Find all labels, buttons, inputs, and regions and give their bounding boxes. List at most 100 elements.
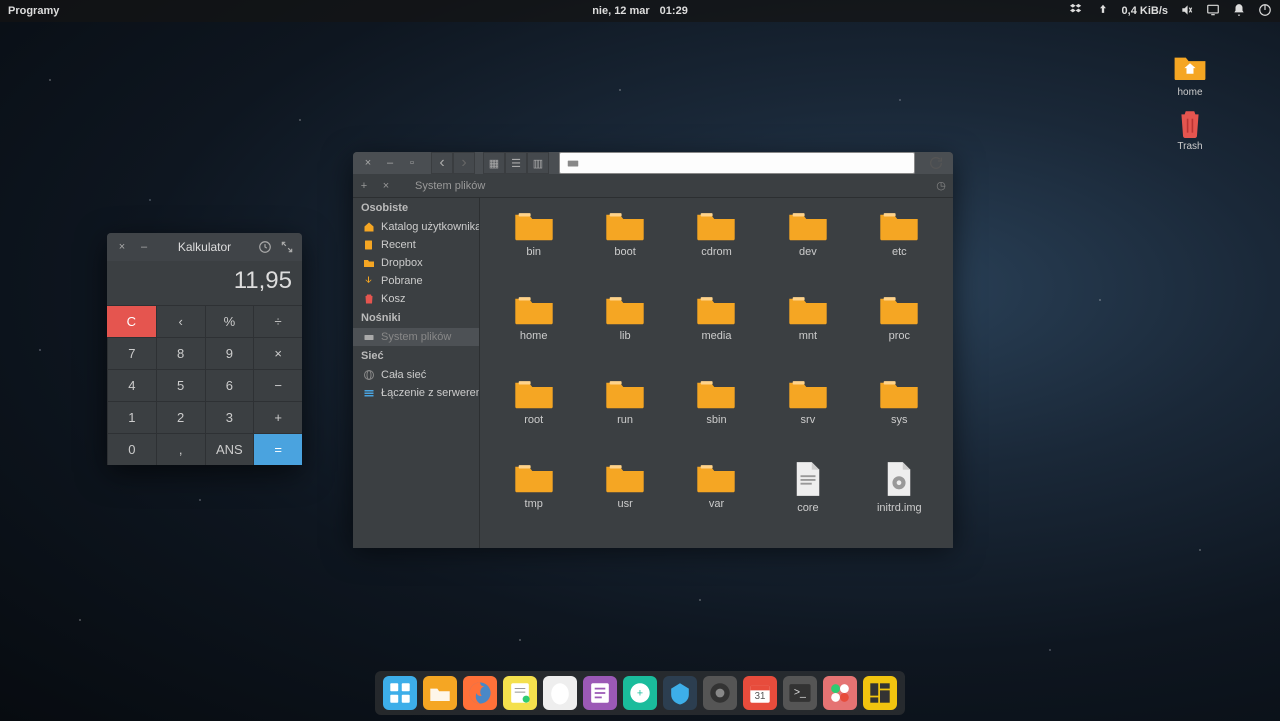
- sb-trash[interactable]: Kosz: [353, 290, 479, 308]
- key-9[interactable]: 9: [205, 337, 254, 369]
- maximize-icon[interactable]: ▫: [403, 154, 421, 172]
- dock-files[interactable]: [423, 676, 457, 710]
- file-home[interactable]: home: [488, 292, 579, 370]
- display-icon[interactable]: [1206, 3, 1220, 20]
- key-sub[interactable]: −: [253, 369, 302, 401]
- calc-titlebar[interactable]: × – Kalkulator: [107, 233, 302, 261]
- close-icon[interactable]: ×: [113, 238, 131, 256]
- dock-veracrypt[interactable]: [663, 676, 697, 710]
- history-icon[interactable]: [256, 238, 274, 256]
- desktop-home[interactable]: home: [1160, 52, 1220, 98]
- panel-date[interactable]: nie, 12 mar: [592, 5, 649, 17]
- file-media[interactable]: media: [671, 292, 762, 370]
- file-boot[interactable]: boot: [579, 208, 670, 286]
- tab-history-icon[interactable]: ◷: [929, 179, 953, 192]
- tab-system[interactable]: System plików: [397, 174, 503, 198]
- path-bar[interactable]: [559, 152, 915, 174]
- apps-menu[interactable]: Programy: [8, 5, 59, 17]
- file-label: bin: [526, 246, 541, 258]
- sb-connect[interactable]: Łączenie z serwerem…: [353, 384, 479, 402]
- minimize-icon[interactable]: –: [381, 154, 399, 172]
- files-grid[interactable]: bin boot cdromdevetc homelibmediamntproc roo…: [480, 198, 953, 548]
- file-usr[interactable]: usr: [579, 460, 670, 538]
- file-initrd.img[interactable]: initrd.img: [854, 460, 945, 538]
- file-dev[interactable]: dev: [762, 208, 853, 286]
- drive-icon: [566, 156, 580, 170]
- key-pct[interactable]: %: [205, 305, 254, 337]
- file-etc[interactable]: etc: [854, 208, 945, 286]
- updater-icon: +: [625, 678, 655, 708]
- file-cdrom[interactable]: cdrom: [671, 208, 762, 286]
- volume-icon[interactable]: [1180, 3, 1194, 20]
- panel-time[interactable]: 01:29: [660, 5, 688, 17]
- file-sys[interactable]: sys: [854, 376, 945, 454]
- sb-dropbox[interactable]: Dropbox: [353, 254, 479, 272]
- key-7[interactable]: 7: [107, 337, 156, 369]
- svg-text:>_: >_: [794, 687, 806, 699]
- file-srv[interactable]: srv: [762, 376, 853, 454]
- dock-tiler[interactable]: [863, 676, 897, 710]
- dock-editor[interactable]: [583, 676, 617, 710]
- key-clear[interactable]: C: [107, 305, 156, 337]
- sb-network[interactable]: Cała sieć: [353, 366, 479, 384]
- icon-view-icon[interactable]: ▦: [483, 152, 505, 174]
- close-tab-icon[interactable]: ×: [375, 180, 397, 192]
- dropbox-icon[interactable]: [1070, 3, 1084, 20]
- new-tab-icon[interactable]: +: [353, 180, 375, 192]
- dock-multitask[interactable]: [383, 676, 417, 710]
- file-run[interactable]: run: [579, 376, 670, 454]
- calc-title: Kalkulator: [157, 240, 252, 254]
- key-5[interactable]: 5: [156, 369, 205, 401]
- dock-settings[interactable]: [823, 676, 857, 710]
- key-0[interactable]: 0: [107, 433, 156, 465]
- key-add[interactable]: +: [253, 401, 302, 433]
- forward-icon[interactable]: ›: [453, 152, 475, 174]
- key-mul[interactable]: ×: [253, 337, 302, 369]
- key-4[interactable]: 4: [107, 369, 156, 401]
- file-proc[interactable]: proc: [854, 292, 945, 370]
- notifications-icon[interactable]: [1232, 3, 1246, 20]
- dock-updater[interactable]: +: [623, 676, 657, 710]
- back-icon[interactable]: ‹: [431, 152, 453, 174]
- reload-icon[interactable]: [925, 152, 947, 174]
- key-2[interactable]: 2: [156, 401, 205, 433]
- dock-firefox[interactable]: [463, 676, 497, 710]
- upload-icon[interactable]: [1096, 3, 1110, 20]
- file-label: core: [797, 502, 818, 514]
- file-lib[interactable]: lib: [579, 292, 670, 370]
- expand-icon[interactable]: [278, 238, 296, 256]
- sb-downloads[interactable]: Pobrane: [353, 272, 479, 290]
- key-ans[interactable]: ANS: [205, 433, 254, 465]
- net-speed[interactable]: 0,4 KiB/s: [1122, 5, 1168, 17]
- file-bin[interactable]: bin: [488, 208, 579, 286]
- file-label: boot: [614, 246, 635, 258]
- key-6[interactable]: 6: [205, 369, 254, 401]
- dock-obs[interactable]: [703, 676, 737, 710]
- close-icon[interactable]: ×: [359, 154, 377, 172]
- list-view-icon[interactable]: ☰: [505, 152, 527, 174]
- dock-terminal[interactable]: >_: [783, 676, 817, 710]
- key-div[interactable]: ÷: [253, 305, 302, 337]
- key-eq[interactable]: =: [253, 433, 302, 465]
- dock-calendar[interactable]: 31: [743, 676, 777, 710]
- key-8[interactable]: 8: [156, 337, 205, 369]
- key-dot[interactable]: ,: [156, 433, 205, 465]
- power-icon[interactable]: [1258, 3, 1272, 20]
- dock-egg[interactable]: [543, 676, 577, 710]
- key-3[interactable]: 3: [205, 401, 254, 433]
- sb-recent[interactable]: Recent: [353, 236, 479, 254]
- column-view-icon[interactable]: ▥: [527, 152, 549, 174]
- file-root[interactable]: root: [488, 376, 579, 454]
- file-var[interactable]: var: [671, 460, 762, 538]
- sb-filesystem[interactable]: System plików: [353, 328, 479, 346]
- file-sbin[interactable]: sbin: [671, 376, 762, 454]
- desktop-trash[interactable]: Trash: [1160, 108, 1220, 152]
- sb-home[interactable]: Katalog użytkownika: [353, 218, 479, 236]
- file-tmp[interactable]: tmp: [488, 460, 579, 538]
- key-back[interactable]: ‹: [156, 305, 205, 337]
- file-mnt[interactable]: mnt: [762, 292, 853, 370]
- key-1[interactable]: 1: [107, 401, 156, 433]
- minimize-icon[interactable]: –: [135, 238, 153, 256]
- file-core[interactable]: core: [762, 460, 853, 538]
- dock-notes[interactable]: [503, 676, 537, 710]
